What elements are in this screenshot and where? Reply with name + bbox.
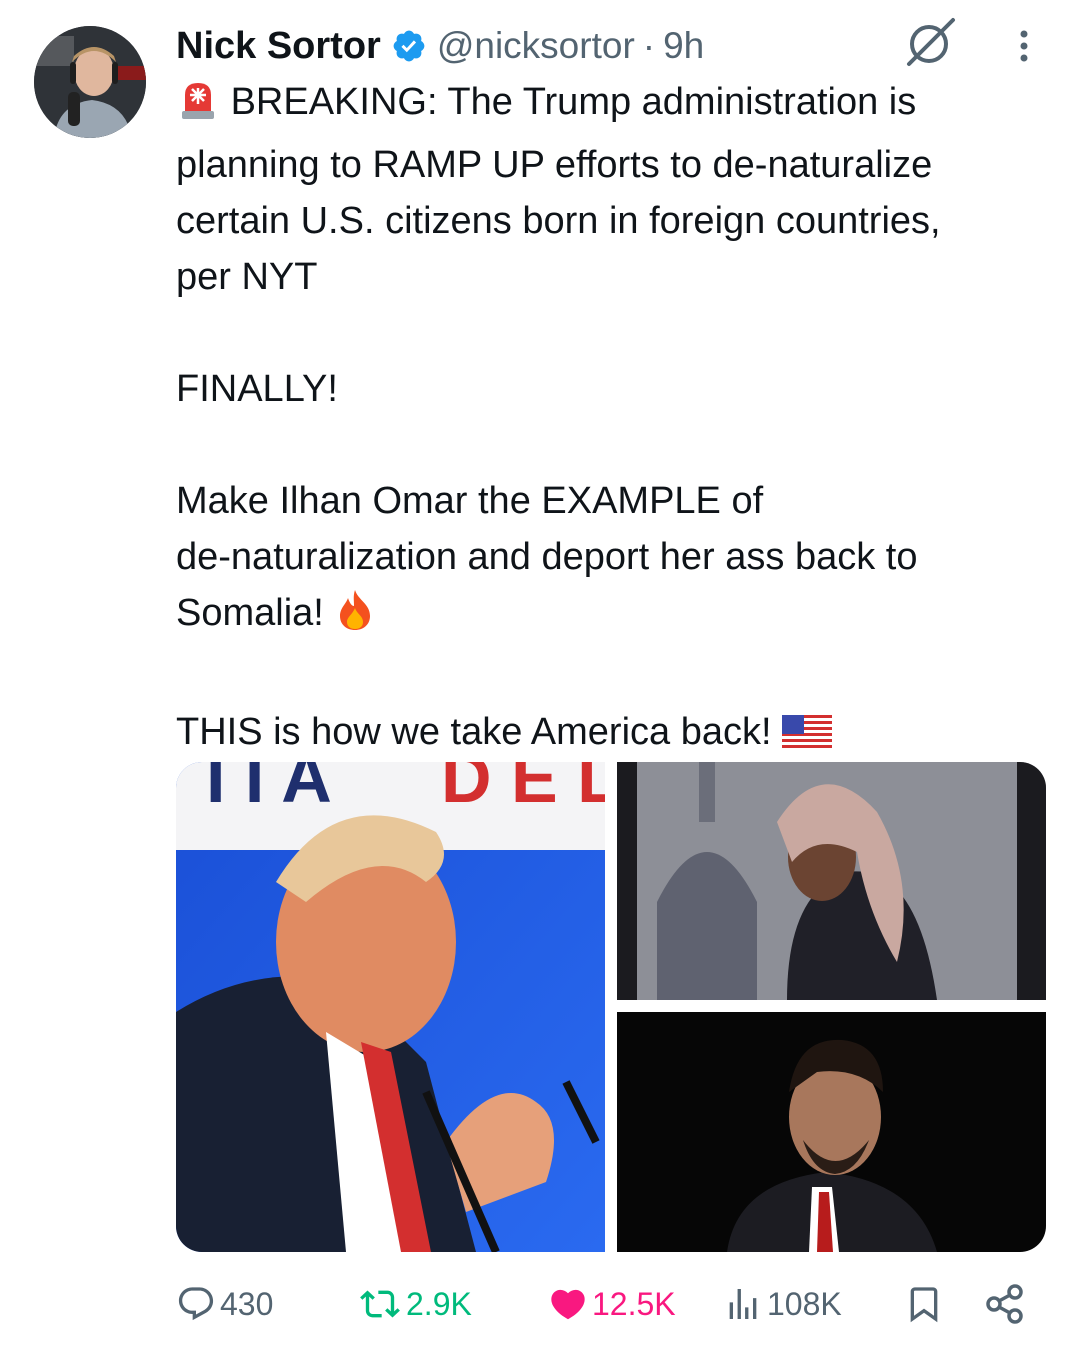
- tweet-line-3: certain U.S. citizens born in foreign co…: [176, 200, 941, 242]
- author-name[interactable]: Nick Sortor: [176, 25, 381, 68]
- media-image-1[interactable]: I I A D E L: [176, 762, 605, 1252]
- retweet-button[interactable]: 2.9K: [358, 1276, 472, 1332]
- views-count: 108K: [767, 1285, 842, 1322]
- like-button[interactable]: 12.5K: [548, 1276, 676, 1332]
- tweet-line-9: THIS is how we take America back!: [176, 711, 772, 753]
- share-button[interactable]: [984, 1276, 1026, 1332]
- tweet-line-4: per NYT: [176, 256, 318, 298]
- views-icon: [729, 1289, 757, 1319]
- fire-emoji-icon: [334, 588, 376, 648]
- tweet-line-5: FINALLY!: [176, 368, 338, 410]
- more-icon[interactable]: [1002, 26, 1046, 66]
- bookmark-button[interactable]: [904, 1276, 944, 1332]
- us-flag-emoji-icon: [782, 711, 833, 767]
- views-button[interactable]: 108K: [723, 1276, 842, 1332]
- tweet-line-6: Make Ilhan Omar the EXAMPLE of: [176, 480, 764, 522]
- grok-icon[interactable]: [905, 16, 957, 68]
- svg-text:D E L: D E L: [441, 762, 605, 817]
- share-icon: [986, 1284, 1023, 1324]
- verified-badge-icon: [391, 28, 427, 64]
- author-avatar[interactable]: [34, 26, 146, 138]
- author-handle[interactable]: @nicksortor: [437, 25, 635, 67]
- media-image-2[interactable]: [617, 762, 1046, 1000]
- heart-icon: [551, 1289, 585, 1320]
- action-bar: 430 2.9K 12.5K 108K: [176, 1276, 1046, 1332]
- tweet-line-1: BREAKING: The Trump administration is: [230, 81, 917, 123]
- tweet-header: Nick Sortor @nicksortor · 9h: [176, 18, 704, 74]
- reply-button[interactable]: 430: [176, 1276, 273, 1332]
- media-grid[interactable]: I I A D E L: [176, 762, 1046, 1252]
- retweet-count: 2.9K: [406, 1285, 472, 1322]
- like-count: 12.5K: [592, 1285, 676, 1322]
- tweet-text: BREAKING: The Trump administration is pl…: [176, 74, 1056, 767]
- tweet-line-2: planning to RAMP UP efforts to de-natura…: [176, 144, 933, 186]
- siren-emoji-icon: [176, 77, 220, 137]
- tweet-line-8: Somalia!: [176, 592, 324, 634]
- svg-text:I I A: I I A: [206, 762, 332, 817]
- tweet-time[interactable]: 9h: [663, 25, 704, 67]
- media-image-3[interactable]: [617, 1012, 1046, 1252]
- retweet-icon: [360, 1290, 400, 1318]
- bookmark-icon: [910, 1287, 938, 1323]
- tweet-line-7: de-naturalization and deport her ass bac…: [176, 536, 918, 578]
- reply-count: 430: [220, 1285, 274, 1322]
- separator-dot: ·: [642, 25, 656, 66]
- reply-icon: [178, 1287, 214, 1321]
